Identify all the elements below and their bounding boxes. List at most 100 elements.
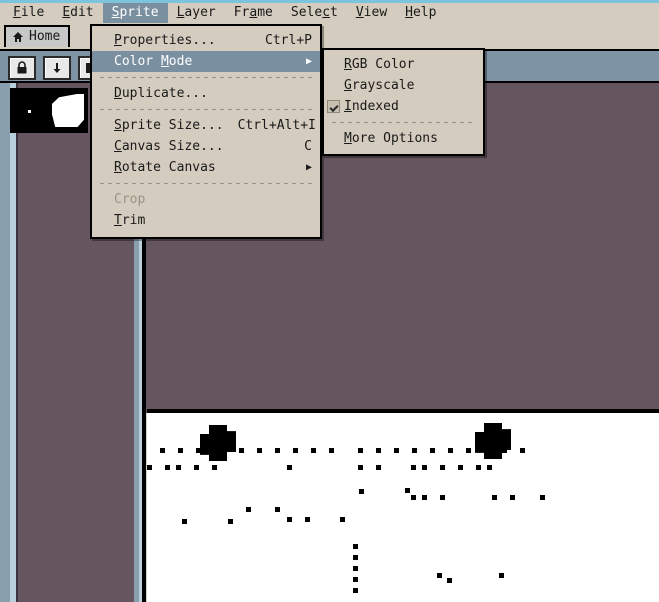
- canvas-pixel: [353, 577, 358, 582]
- canvas-pixel: [340, 517, 345, 522]
- menu-item-label: Rotate Canvas: [114, 160, 216, 175]
- menu-item-canvas-size[interactable]: Canvas Size... C: [92, 136, 320, 157]
- canvas-pixel: [194, 465, 199, 470]
- canvas-pixel: [239, 448, 244, 453]
- canvas-pixel: [257, 448, 262, 453]
- canvas-pixel: [458, 465, 463, 470]
- menu-item-trim[interactable]: Trim: [92, 210, 320, 231]
- tab-home[interactable]: Home: [4, 25, 71, 47]
- menu-separator: [100, 77, 312, 78]
- canvas-pixel: [287, 465, 292, 470]
- canvas-pixel: [178, 448, 183, 453]
- submenu-item-label: Indexed: [344, 99, 399, 114]
- arrow-down-icon: [50, 61, 64, 75]
- menu-item-label: Properties...: [114, 33, 216, 48]
- color-mode-submenu[interactable]: RGB Color Grayscale Indexed More Options: [322, 48, 485, 156]
- canvas-pixel: [287, 517, 292, 522]
- left-scroll-rail[interactable]: [0, 83, 10, 602]
- home-icon: [12, 31, 24, 43]
- menu-item-rotate-canvas[interactable]: Rotate Canvas ▶: [92, 157, 320, 178]
- canvas-pixel: [293, 448, 298, 453]
- canvas-pixel: [359, 489, 364, 494]
- menu-item-label: Trim: [114, 213, 146, 228]
- canvas-pixel: [394, 448, 399, 453]
- menu-select[interactable]: Select: [282, 3, 347, 23]
- canvas-pixel: [422, 465, 427, 470]
- sprite-preview-dot: [28, 110, 31, 113]
- canvas-pixel: [358, 465, 363, 470]
- menu-item-color-mode[interactable]: Color Mode ▶: [92, 51, 320, 72]
- canvas-pixel: [448, 448, 453, 453]
- menu-view[interactable]: View: [347, 3, 396, 23]
- canvas-pixel: [358, 448, 363, 453]
- canvas-pixel: [430, 448, 435, 453]
- submenu-item-label: RGB Color: [344, 57, 415, 72]
- submenu-item-grayscale[interactable]: Grayscale: [324, 75, 483, 96]
- canvas-pixel: [353, 544, 358, 549]
- canvas-blob: [475, 423, 511, 459]
- canvas-artboard[interactable]: [147, 413, 659, 602]
- menu-edit[interactable]: Edit: [53, 3, 102, 23]
- canvas-pixel: [411, 495, 416, 500]
- submenu-item-more-options[interactable]: More Options: [324, 128, 483, 149]
- menu-separator: [100, 109, 312, 110]
- canvas-pixel: [165, 465, 170, 470]
- sprite-preview-shape: [52, 94, 84, 127]
- submenu-separator: [332, 122, 475, 123]
- canvas-pixel: [176, 465, 181, 470]
- menu-item-crop: Crop: [92, 189, 320, 210]
- canvas-pixel: [246, 507, 251, 512]
- move-down-button[interactable]: [43, 56, 71, 80]
- submenu-arrow-icon: ▶: [305, 55, 312, 67]
- canvas-pixel: [440, 495, 445, 500]
- left-rail-divider: [16, 83, 18, 602]
- menu-sprite[interactable]: Sprite: [102, 3, 168, 23]
- canvas-pixel: [353, 588, 358, 593]
- canvas-pixel: [476, 465, 481, 470]
- menu-separator: [100, 183, 312, 184]
- sprite-preview[interactable]: [10, 88, 88, 133]
- canvas-pixel: [275, 507, 280, 512]
- lock-button[interactable]: [8, 56, 36, 80]
- canvas-pixel: [353, 555, 358, 560]
- canvas-pixel: [412, 448, 417, 453]
- canvas-pixel: [182, 519, 187, 524]
- tab-home-label: Home: [29, 29, 61, 44]
- canvas-pixel: [540, 495, 545, 500]
- canvas-pixel: [305, 517, 310, 522]
- menu-item-label: Canvas Size...: [114, 139, 224, 154]
- canvas-pixel: [275, 448, 280, 453]
- menu-item-label: Color Mode: [114, 54, 193, 69]
- submenu-arrow-icon: ▶: [305, 161, 312, 173]
- canvas-pixel: [405, 488, 410, 493]
- canvas-pixel: [487, 465, 492, 470]
- menu-file[interactable]: File: [4, 3, 53, 23]
- menu-help[interactable]: Help: [396, 3, 445, 23]
- menu-item-duplicate[interactable]: Duplicate...: [92, 83, 320, 104]
- aseprite-window: File Edit Sprite Layer Frame Select View Help H…: [0, 0, 659, 602]
- submenu-item-label: More Options: [344, 131, 438, 146]
- lock-icon: [15, 61, 29, 75]
- menu-layer[interactable]: Layer: [168, 3, 225, 23]
- canvas-pixel: [520, 448, 525, 453]
- canvas-pixel: [212, 465, 217, 470]
- canvas-pixel: [492, 495, 497, 500]
- menu-item-shortcut: Ctrl+Alt+I: [237, 118, 316, 133]
- canvas-pixel: [422, 495, 427, 500]
- menu-item-properties[interactable]: Properties... Ctrl+P: [92, 30, 320, 51]
- submenu-item-indexed[interactable]: Indexed: [324, 96, 483, 117]
- canvas-pixel: [353, 566, 358, 571]
- submenu-item-rgb-color[interactable]: RGB Color: [324, 54, 483, 75]
- menu-frame[interactable]: Frame: [225, 3, 282, 23]
- canvas-pixel: [228, 519, 233, 524]
- menu-item-label: Duplicate...: [114, 86, 208, 101]
- menu-item-shortcut: C: [304, 139, 312, 154]
- sprite-menu[interactable]: Properties... Ctrl+P Color Mode ▶ Duplicate.…: [90, 24, 322, 239]
- menu-item-sprite-size[interactable]: Sprite Size... Ctrl+Alt+I: [92, 115, 320, 136]
- canvas-pixel: [147, 465, 152, 470]
- canvas-pixel: [376, 448, 381, 453]
- canvas-blob: [200, 425, 236, 461]
- canvas-pixel: [311, 448, 316, 453]
- submenu-item-label: Grayscale: [344, 78, 415, 93]
- canvas-pixel: [510, 495, 515, 500]
